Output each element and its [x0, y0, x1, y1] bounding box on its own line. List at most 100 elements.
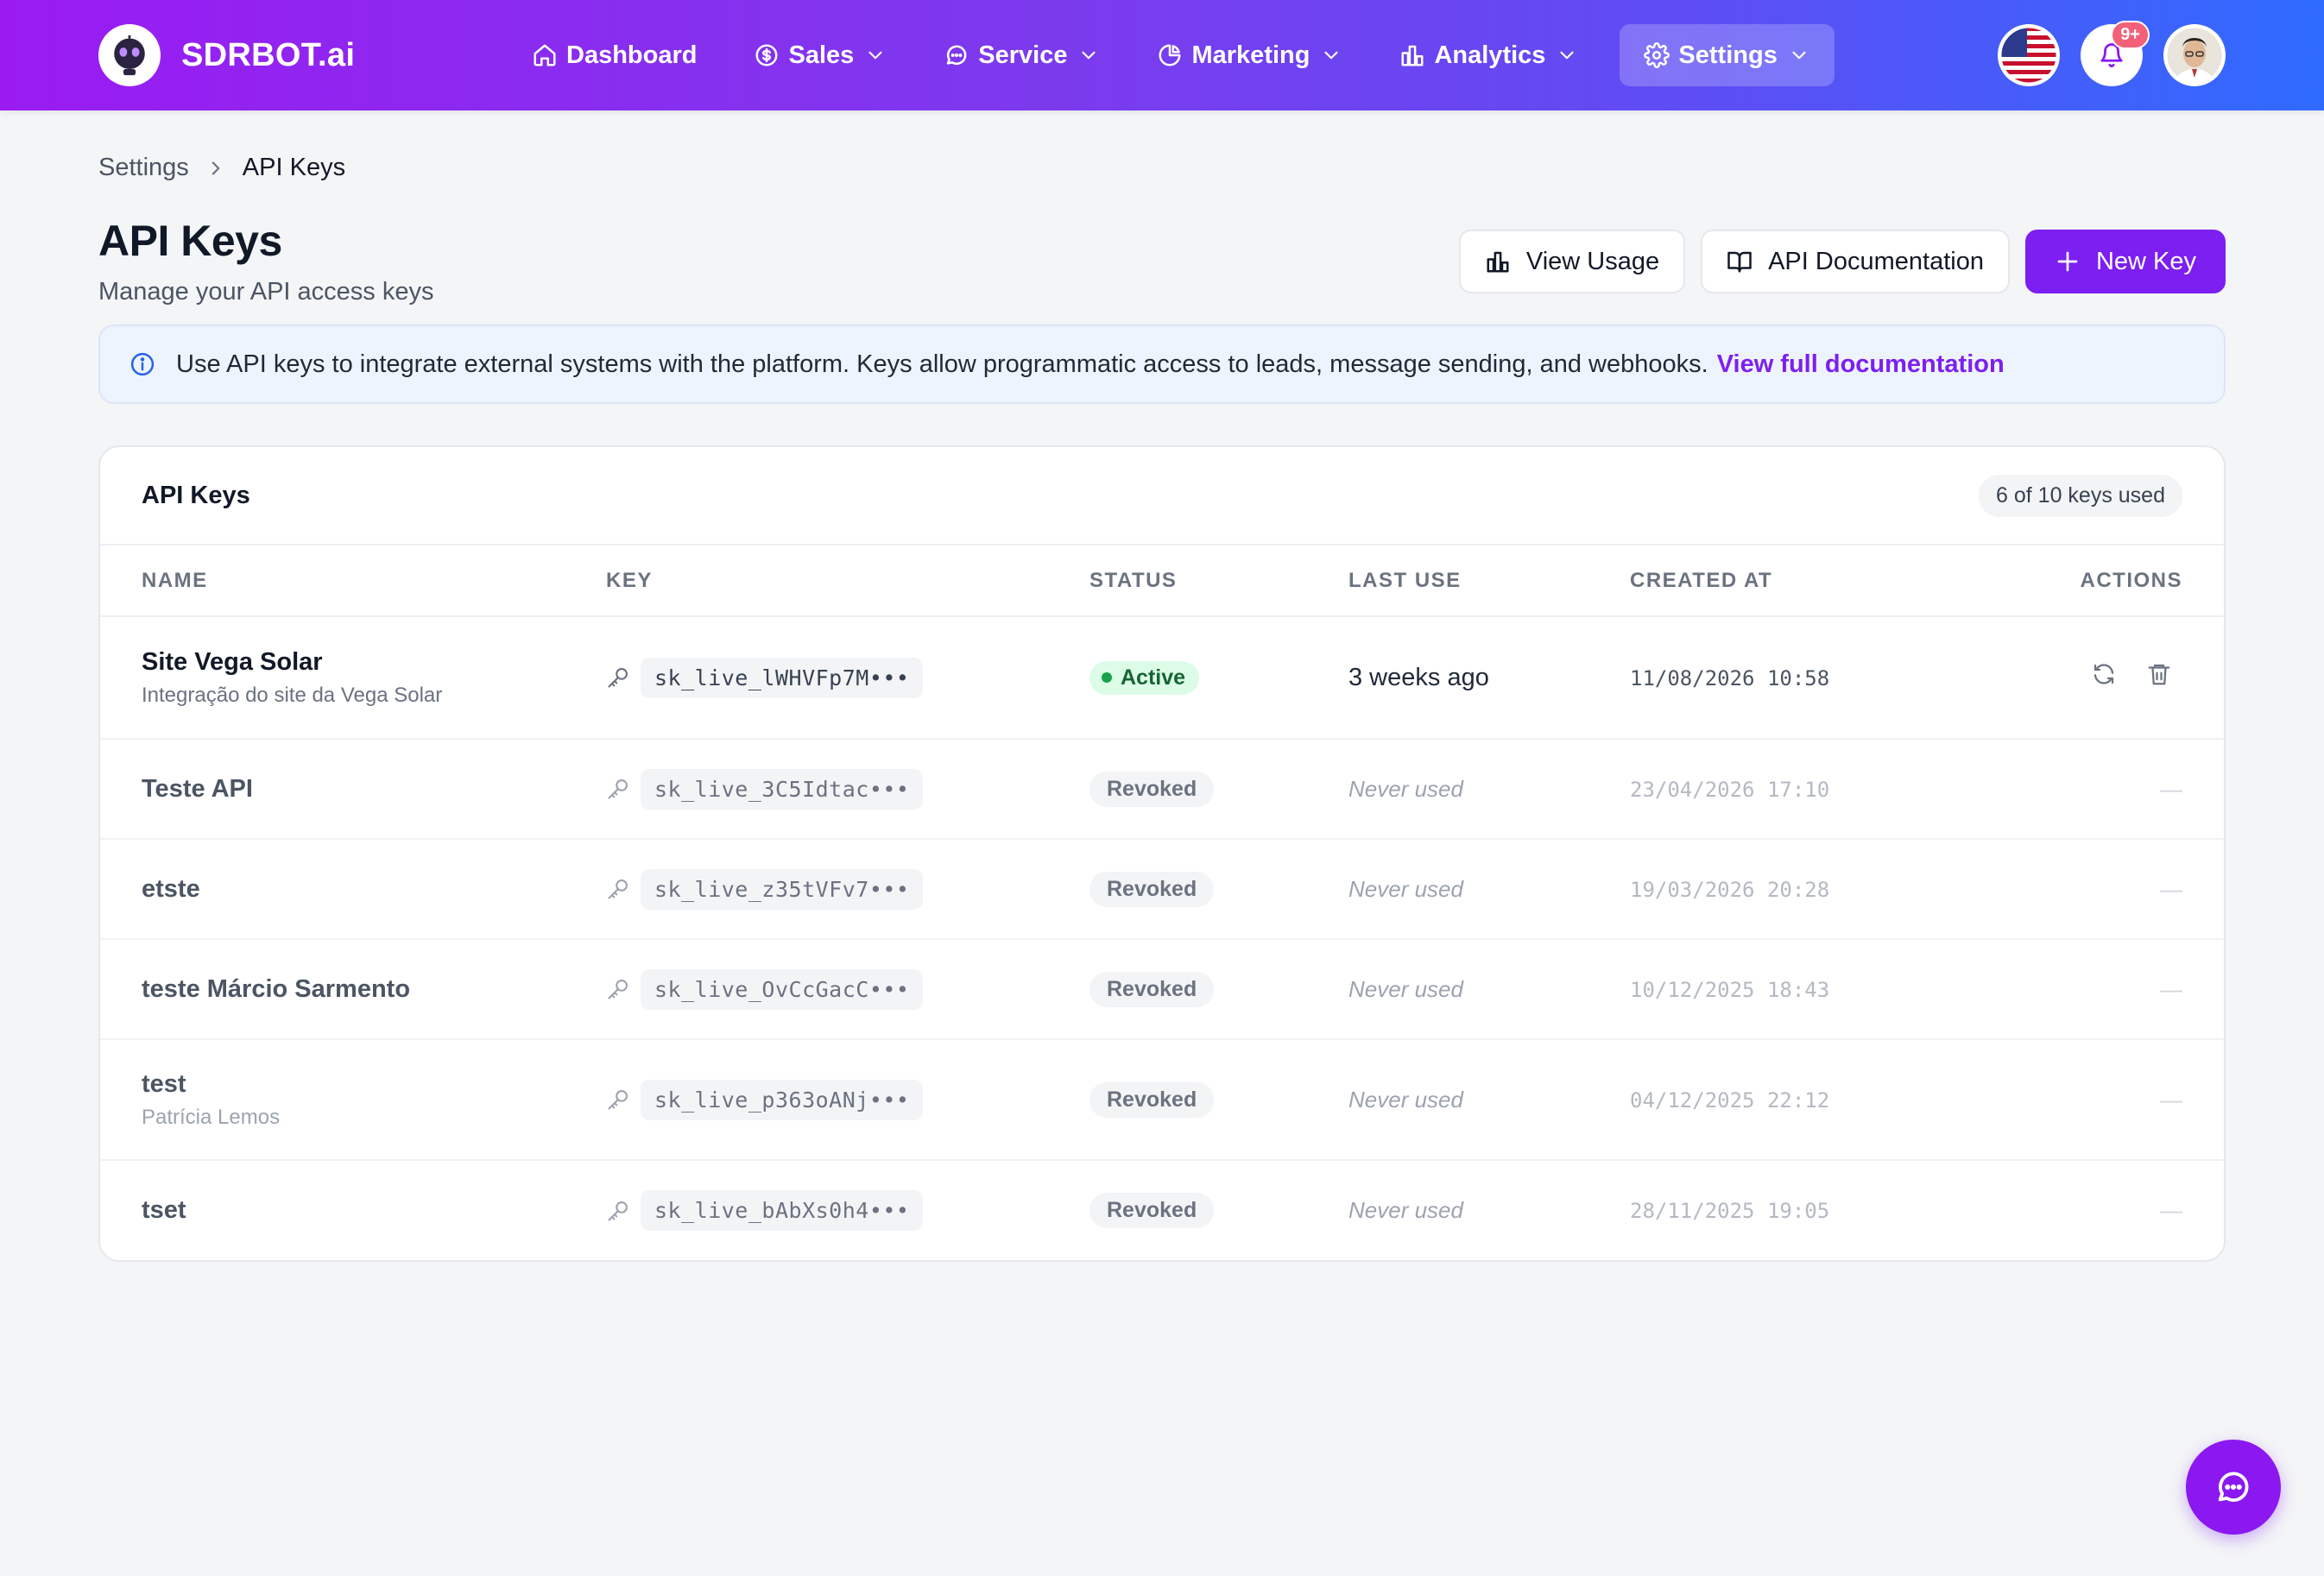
col-header-created-at: CREATED AT: [1630, 545, 2027, 617]
table-header-row: NAME KEY STATUS LAST USE CREATED AT ACTI…: [100, 545, 2224, 617]
table-row[interactable]: Site Vega Solar Integração do site da Ve…: [100, 616, 2224, 740]
page-subtitle: Manage your API access keys: [98, 278, 434, 306]
view-usage-label: View Usage: [1525, 247, 1660, 275]
chat-bubble-icon: [2218, 1472, 2249, 1502]
home-icon: [534, 44, 556, 66]
table-row[interactable]: Teste API sk_live_3C5Idtac••• Revoked Ne…: [100, 739, 2224, 840]
last-use: 3 weeks ago: [1348, 663, 1489, 691]
key-icon: [608, 1201, 628, 1221]
table-row[interactable]: tset sk_live_bAbXs0h4••• Revoked Never u…: [100, 1160, 2224, 1260]
table-row[interactable]: test Patrícia Lemos sk_live_p363oANj••• …: [100, 1039, 2224, 1161]
masked-key[interactable]: sk_live_OvCcGacC•••: [641, 968, 924, 1010]
avatar: [2164, 25, 2225, 85]
bar-chart-icon: [1487, 251, 1509, 273]
plus-icon: [2057, 251, 2078, 272]
book-open-icon: [1727, 251, 1752, 273]
key-icon: [608, 980, 628, 999]
last-use: Never used: [1348, 975, 1463, 1002]
masked-key[interactable]: sk_live_3C5Idtac•••: [641, 768, 924, 810]
status-badge: Active: [1089, 660, 1200, 695]
info-banner: Use API keys to integrate external syste…: [98, 325, 2226, 404]
key-name: tset: [142, 1196, 186, 1224]
masked-key[interactable]: sk_live_z35tVFv7•••: [641, 868, 924, 910]
created-at: 11/08/2026 10:58: [1630, 665, 1830, 690]
breadcrumb: Settings API Keys: [98, 154, 345, 182]
key-description: Integração do site da Vega Solar: [142, 683, 443, 707]
brand[interactable]: SDRBOT.ai: [98, 24, 355, 86]
created-at: 04/12/2025 22:12: [1630, 1087, 1830, 1113]
api-documentation-button[interactable]: API Documentation: [1701, 230, 2010, 293]
nav-service-label: Service: [978, 41, 1068, 69]
masked-key[interactable]: sk_live_bAbXs0h4•••: [641, 1190, 924, 1231]
page-title: API Keys: [98, 217, 282, 265]
card-header: API Keys 6 of 10 keys used: [100, 447, 2224, 545]
col-header-last-use: LAST USE: [1348, 545, 1630, 617]
masked-key[interactable]: sk_live_p363oANj•••: [641, 1079, 924, 1120]
new-key-button[interactable]: New Key: [2024, 230, 2226, 293]
col-header-status: STATUS: [1089, 545, 1348, 617]
api-keys-card: API Keys 6 of 10 keys used NAME KEY STAT…: [98, 445, 2226, 1262]
table-row[interactable]: teste Márcio Sarmento sk_live_OvCcGacC••…: [100, 939, 2224, 1040]
status-dot: [1102, 672, 1112, 683]
no-actions-dash: —: [2160, 1086, 2182, 1113]
nav-dashboard-label: Dashboard: [566, 41, 698, 69]
notifications-button[interactable]: 9+: [2081, 21, 2150, 86]
nav-analytics[interactable]: Analytics: [1384, 24, 1594, 86]
key-name: teste Márcio Sarmento: [142, 974, 411, 1003]
nav-settings[interactable]: Settings: [1620, 24, 1835, 86]
bar-chart-icon: [1401, 45, 1424, 66]
user-avatar[interactable]: [2163, 24, 2226, 86]
status-badge: Revoked: [1089, 771, 1215, 807]
col-header-name: NAME: [100, 545, 606, 617]
key-icon: [608, 879, 628, 899]
nav-analytics-label: Analytics: [1434, 41, 1546, 69]
key-icon: [608, 668, 628, 688]
chevron-right-icon: [212, 161, 220, 175]
created-at: 23/04/2026 17:10: [1630, 777, 1830, 802]
chevron-down-icon: [1792, 51, 1806, 60]
chevron-down-icon: [868, 51, 882, 60]
chevron-down-icon: [1082, 51, 1096, 60]
info-icon: [130, 352, 155, 376]
notifications-badge: 9+: [2111, 21, 2150, 49]
no-actions-dash: —: [2160, 775, 2182, 802]
trash-icon[interactable]: [2146, 661, 2172, 687]
nav-service[interactable]: Service: [928, 24, 1115, 86]
no-actions-dash: —: [2160, 975, 2182, 1002]
col-header-actions: ACTIONS: [2027, 545, 2224, 617]
nav-marketing-label: Marketing: [1191, 41, 1310, 69]
chevron-down-icon: [1560, 51, 1575, 60]
header-actions: View Usage API Documentation New Key: [1443, 230, 2226, 293]
key-icon: [608, 779, 628, 799]
info-text: Use API keys to integrate external syste…: [176, 350, 1708, 378]
breadcrumb-settings-link[interactable]: Settings: [98, 154, 189, 182]
masked-key[interactable]: sk_live_lWHVFp7M•••: [641, 657, 924, 698]
nav-sales-label: Sales: [788, 41, 855, 69]
no-actions-dash: —: [2160, 1197, 2182, 1223]
nav-dashboard[interactable]: Dashboard: [516, 24, 712, 86]
card-title: API Keys: [142, 481, 250, 509]
new-key-label: New Key: [2095, 247, 2196, 275]
chat-support-button[interactable]: [2186, 1440, 2281, 1535]
nav-sales[interactable]: Sales: [738, 24, 902, 86]
breadcrumb-current: API Keys: [242, 154, 346, 181]
view-documentation-link[interactable]: View full documentation: [1717, 350, 2005, 379]
created-at: 19/03/2026 20:28: [1630, 877, 1830, 902]
no-actions-dash: —: [2160, 875, 2182, 902]
dollar-icon: [755, 44, 778, 66]
language-selector[interactable]: [1998, 24, 2060, 86]
status-badge: Revoked: [1089, 871, 1215, 907]
status-label: Active: [1121, 665, 1186, 690]
chat-bubble-icon: [947, 45, 967, 66]
rotate-key-icon[interactable]: [2091, 661, 2117, 687]
key-name: test: [142, 1069, 186, 1098]
nav-marketing[interactable]: Marketing: [1141, 24, 1358, 86]
pie-chart-icon: [1159, 44, 1181, 66]
status-badge: Revoked: [1089, 1193, 1215, 1228]
brand-name: SDRBOT.ai: [181, 36, 356, 73]
table-row[interactable]: etste sk_live_z35tVFv7••• Revoked Never …: [100, 839, 2224, 940]
api-keys-table: NAME KEY STATUS LAST USE CREATED AT ACTI…: [100, 545, 2224, 1260]
last-use: Never used: [1348, 775, 1463, 802]
view-usage-button[interactable]: View Usage: [1458, 230, 1686, 293]
col-header-key: KEY: [606, 545, 1089, 617]
